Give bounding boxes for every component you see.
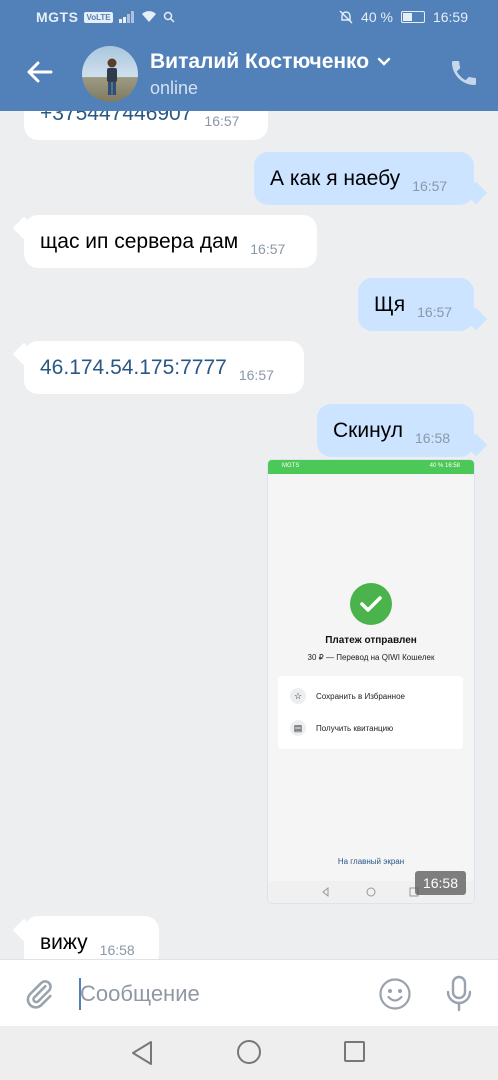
smiley-icon <box>379 978 411 1010</box>
search-icon <box>163 11 175 23</box>
contact-name-text: Виталий Костюченко <box>150 50 370 73</box>
message-text: А как я наебу <box>270 166 401 190</box>
star-icon: ☆ <box>290 688 306 704</box>
signal-icon <box>118 11 134 23</box>
message-outgoing[interactable]: Щя 16:57 <box>358 278 474 331</box>
message-text: вижу <box>40 930 88 954</box>
message-time: 16:57 <box>238 366 274 383</box>
message-time: 16:57 <box>412 177 448 194</box>
message-time: 16:57 <box>204 112 240 129</box>
volte-badge: VoLTE <box>84 11 113 23</box>
chevron-down-icon <box>377 57 391 66</box>
nav-recents-icon[interactable] <box>344 1041 365 1062</box>
attachment-status-bar: MGTS 40 % 16:58 <box>268 460 474 474</box>
save-favorites-row: ☆ Сохранить в Избранное <box>290 688 405 704</box>
contact-name[interactable]: Виталий Костюченко <box>150 50 391 74</box>
carrier-label: MGTS <box>36 9 79 25</box>
attachment-time: 16:58 <box>414 871 466 895</box>
payment-actions-card: ☆ Сохранить в Избранное ▤ Получить квита… <box>278 676 463 749</box>
receipt-row: ▤ Получить квитанцию <box>290 720 393 736</box>
mute-bell-icon <box>339 10 353 24</box>
clock: 16:59 <box>432 9 468 25</box>
battery-percent: 40 % <box>361 9 393 25</box>
home-screen-link: На главный экран <box>337 857 405 866</box>
message-time: 16:58 <box>99 941 135 958</box>
wifi-icon <box>141 11 156 22</box>
paperclip-icon <box>26 980 52 1009</box>
back-button[interactable] <box>22 55 56 89</box>
message-time: 16:57 <box>250 240 286 257</box>
battery-icon <box>400 11 425 23</box>
attach-button[interactable] <box>22 977 56 1011</box>
receipt-icon: ▤ <box>290 720 306 736</box>
message-text: Скинул <box>333 418 403 442</box>
ip-link[interactable]: 46.174.54.175:7777 <box>40 356 227 380</box>
message-text: щас ип сервера дам <box>40 229 239 253</box>
message-incoming[interactable]: щас ип сервера дам 16:57 <box>24 215 317 268</box>
status-bar: MGTS VoLTE 40 % 16:59 <box>0 0 498 34</box>
nav-back-icon[interactable] <box>130 1040 154 1066</box>
contact-status: online <box>150 78 199 98</box>
image-attachment[interactable]: MGTS 40 % 16:58 Платеж отправлен 30 ₽ — … <box>268 460 474 903</box>
success-check-icon <box>350 583 392 625</box>
receipt-label: Получить квитанцию <box>316 723 394 733</box>
message-outgoing[interactable]: А как я наебу 16:57 <box>254 152 474 205</box>
arrow-left-icon <box>27 61 53 83</box>
voice-message-button[interactable] <box>444 975 474 1013</box>
attachment-status-right: 40 % 16:58 <box>429 463 460 469</box>
message-list[interactable]: +375447446907 16:57 А как я наебу 16:57 … <box>0 111 498 959</box>
chat-header: MGTS VoLTE 40 % 16:59 Виталий Костюченко… <box>0 0 498 111</box>
message-incoming[interactable]: 46.174.54.175:7777 16:57 <box>24 341 304 394</box>
phone-link[interactable]: +375447446907 <box>40 111 192 126</box>
attachment-carrier: MGTS <box>282 463 300 469</box>
nav-home-icon[interactable] <box>237 1040 261 1064</box>
microphone-icon <box>446 975 472 1012</box>
payment-subtitle: 30 ₽ — Перевод на QIWI Кошелек <box>307 653 435 662</box>
avatar-person-icon <box>107 58 117 95</box>
message-time: 16:57 <box>417 303 453 320</box>
system-nav-bar <box>0 1026 498 1080</box>
save-favorites-label: Сохранить в Избранное <box>316 691 405 701</box>
payment-title: Платеж отправлен <box>325 635 417 646</box>
message-time: 16:58 <box>414 429 451 446</box>
message-outgoing[interactable]: Скинул 16:58 <box>317 404 474 457</box>
compose-bar <box>0 959 498 1026</box>
message-text: Щя <box>374 292 406 316</box>
message-input[interactable] <box>80 978 360 1010</box>
message-incoming[interactable]: +375447446907 16:57 <box>24 111 268 140</box>
emoji-button[interactable] <box>378 977 412 1011</box>
message-incoming[interactable]: вижу 16:58 <box>24 916 159 959</box>
call-button[interactable] <box>448 57 480 89</box>
avatar[interactable] <box>82 46 138 102</box>
phone-icon <box>452 61 476 85</box>
